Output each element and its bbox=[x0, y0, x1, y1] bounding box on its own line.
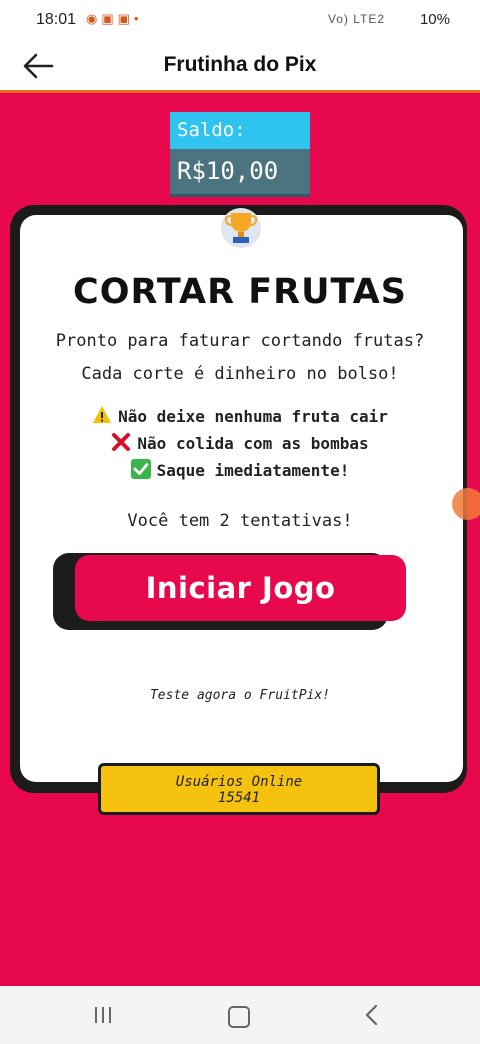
start-game-button[interactable]: Iniciar Jogo bbox=[75, 555, 406, 621]
battery-level: 10% bbox=[419, 11, 450, 28]
system-nav-bar bbox=[0, 986, 480, 1044]
rule-text: Não colida com as bombas bbox=[137, 434, 369, 453]
online-users-label: Usuários Online bbox=[175, 774, 303, 790]
page-title: Frutinha do Pix bbox=[163, 53, 317, 76]
floating-timer-icon[interactable] bbox=[452, 488, 480, 520]
game-heading: CORTAR FRUTAS bbox=[73, 272, 407, 312]
balance-label: Saldo: bbox=[177, 119, 246, 141]
tagline: Teste agora o FruitPix! bbox=[149, 688, 330, 703]
balance-box: Saldo: R$10,00 bbox=[170, 112, 310, 194]
chevron-left-icon[interactable] bbox=[362, 1004, 382, 1026]
rule-item-withdraw: Saque imediatamente! bbox=[0, 459, 480, 480]
rule-item-no-bombs: Não colida com as bombas bbox=[0, 432, 480, 453]
notification-icons: ◉▣▣• bbox=[86, 11, 143, 26]
trophy-icon bbox=[221, 208, 261, 248]
network-indicator: Vo) LTE2 bbox=[327, 12, 385, 26]
rule-text: Não deixe nenhuma fruta cair bbox=[118, 407, 388, 426]
status-bar: 18:01 ◉▣▣• Vo) LTE2 10% bbox=[0, 0, 480, 42]
recent-apps-icon[interactable] bbox=[93, 1005, 113, 1025]
status-time: 18:01 bbox=[36, 11, 77, 28]
online-users-badge: Usuários Online 15541 bbox=[98, 763, 380, 815]
check-mark-icon bbox=[130, 459, 151, 479]
rule-item-no-drop: Não deixe nenhuma fruta cair bbox=[0, 405, 480, 426]
balance-value: R$10,00 bbox=[170, 149, 310, 194]
intro-line-1: Pronto para faturar cortando frutas? bbox=[55, 331, 425, 351]
attempts-text: Você tem 2 tentativas! bbox=[127, 511, 353, 531]
app-bar: Frutinha do Pix bbox=[0, 42, 480, 93]
cross-mark-icon bbox=[112, 433, 131, 451]
rule-text: Saque imediatamente! bbox=[156, 461, 350, 480]
online-users-count: 15541 bbox=[217, 790, 261, 806]
home-icon[interactable] bbox=[228, 1006, 250, 1028]
warning-icon bbox=[93, 406, 112, 423]
intro-line-2: Cada corte é dinheiro no bolso! bbox=[81, 364, 399, 384]
